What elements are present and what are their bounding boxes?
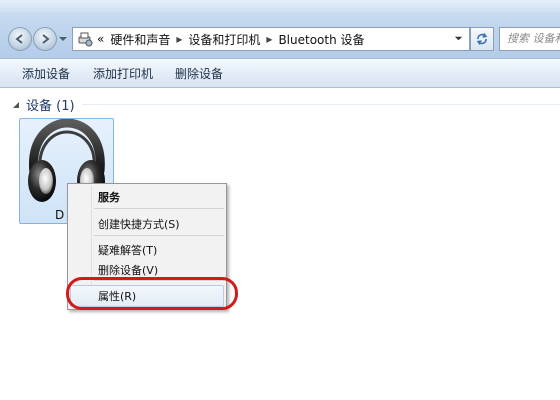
breadcrumb-hardware-and-sound[interactable]: 硬件和声音: [110, 31, 170, 48]
command-toolbar: 添加设备 添加打印机 删除设备: [0, 58, 560, 88]
menu-item-services[interactable]: 服务: [98, 189, 120, 205]
refresh-icon: [476, 33, 488, 45]
add-device-button[interactable]: 添加设备: [22, 65, 70, 82]
search-input[interactable]: 搜索 设备和: [499, 27, 560, 51]
red-highlight-ellipse: [66, 277, 238, 310]
breadcrumb-bluetooth-devices[interactable]: Bluetooth 设备: [278, 31, 364, 48]
group-header[interactable]: 设备 (1): [12, 95, 75, 114]
window-top-edge: [0, 0, 560, 12]
group-title: 设备 (1): [26, 99, 75, 114]
refresh-button[interactable]: [470, 27, 494, 51]
menu-separator: [94, 235, 224, 236]
arrow-left-icon: [15, 34, 23, 44]
menu-item-create-shortcut[interactable]: 创建快捷方式(S): [98, 216, 180, 232]
add-printer-button[interactable]: 添加打印机: [93, 65, 153, 82]
breadcrumb-separator-icon[interactable]: ▸: [266, 32, 272, 46]
device-name-label: D: [55, 208, 65, 222]
address-dropdown-icon[interactable]: [454, 34, 463, 43]
menu-item-troubleshoot[interactable]: 疑难解答(T): [98, 242, 157, 258]
forward-button[interactable]: [33, 27, 57, 51]
recent-pages-dropdown-icon[interactable]: [58, 34, 68, 44]
breadcrumb-devices-and-printers[interactable]: 设备和打印机: [188, 31, 260, 48]
collapse-triangle-icon[interactable]: [12, 101, 20, 109]
back-button[interactable]: [8, 27, 32, 51]
remove-device-button[interactable]: 删除设备: [175, 65, 223, 82]
devices-and-printers-icon: [78, 32, 93, 47]
group-divider: [82, 104, 560, 105]
address-bar[interactable]: « 硬件和声音 ▸ 设备和打印机 ▸ Bluetooth 设备: [72, 27, 470, 51]
address-overflow-chevron[interactable]: «: [97, 32, 104, 46]
breadcrumb-separator-icon[interactable]: ▸: [176, 32, 182, 46]
arrow-right-icon: [42, 34, 50, 44]
menu-separator: [94, 208, 224, 209]
menu-item-remove-device[interactable]: 删除设备(V): [98, 262, 158, 278]
